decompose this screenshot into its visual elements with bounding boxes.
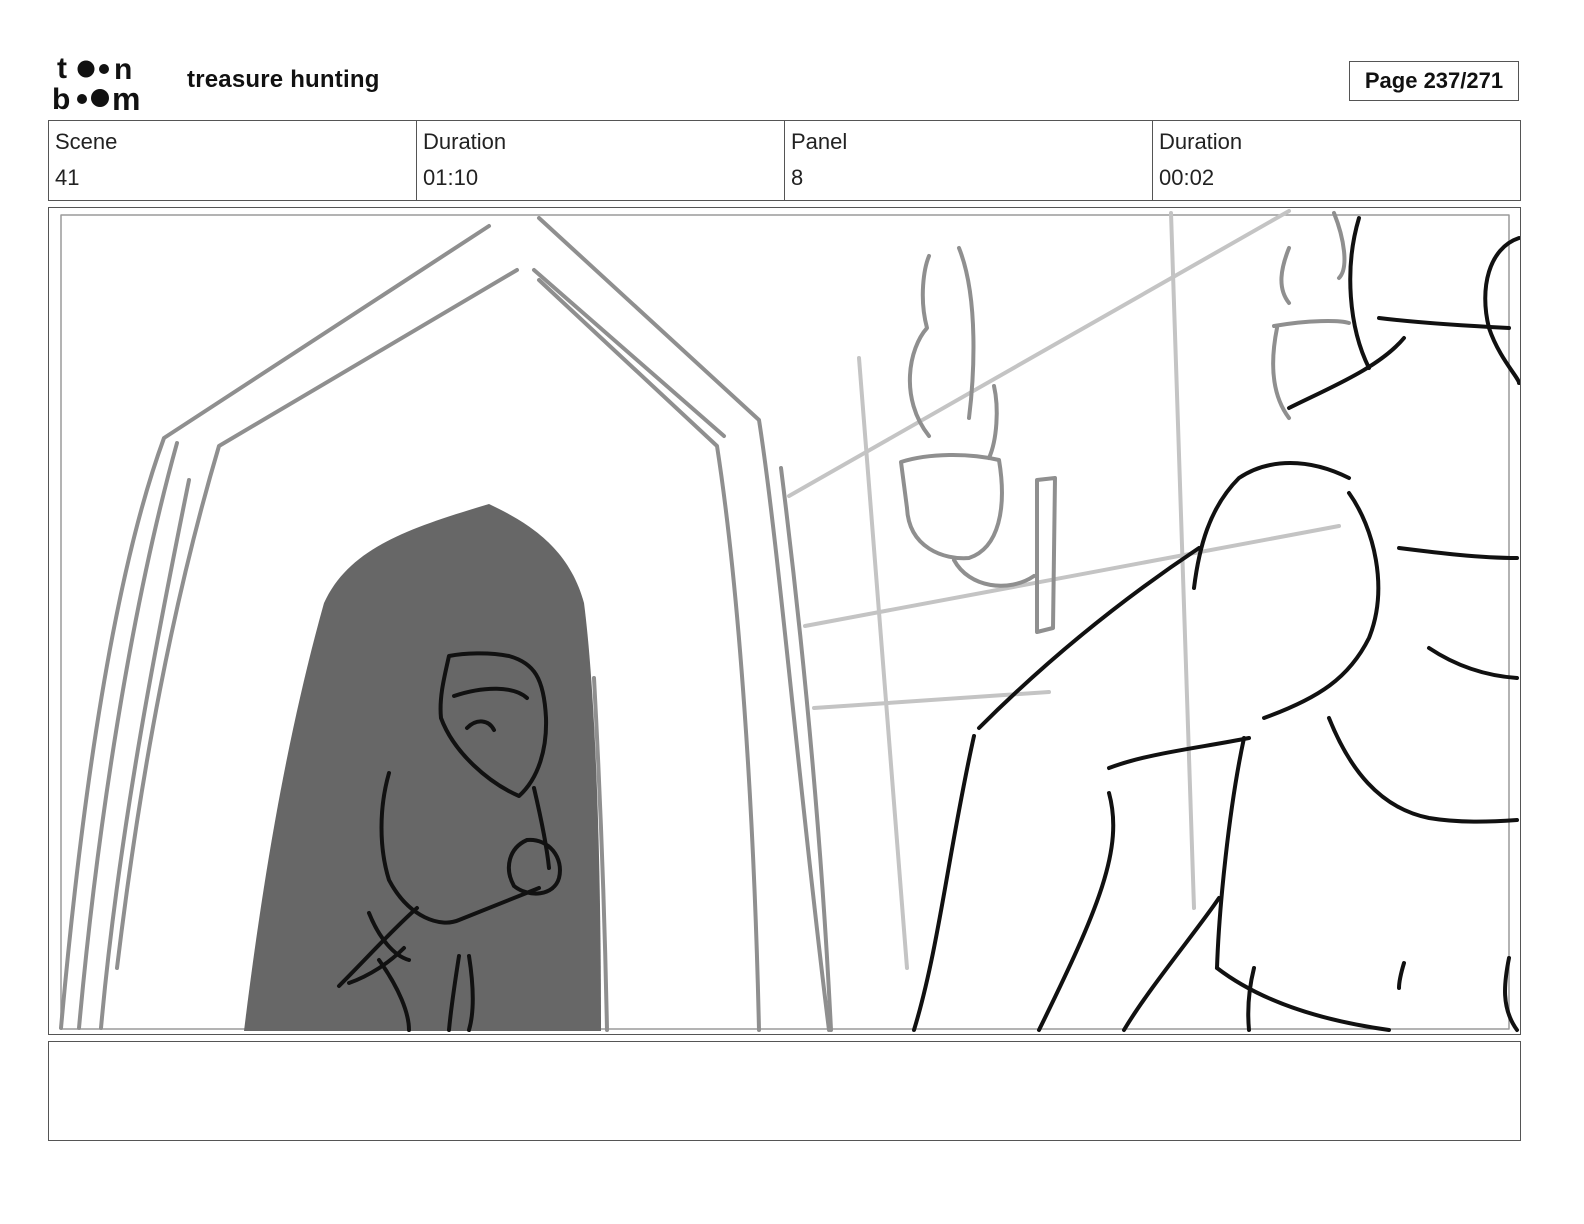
panel-label: Panel: [791, 129, 848, 154]
svg-text:t: t: [57, 52, 67, 85]
torch-sconce: [899, 211, 1351, 634]
panel-duration-cell: Duration 00:02: [1153, 121, 1520, 200]
panel-notes-box: [48, 1041, 1521, 1141]
scene-info-table: Scene 41 Duration 01:10 Panel 8 Duration…: [48, 120, 1521, 201]
panel-value: 8: [791, 165, 804, 190]
doorway-shadow: [244, 504, 601, 1031]
scene-duration-label: Duration: [423, 129, 507, 154]
storyboard-panel: [48, 207, 1521, 1035]
toon-boom-logo: t n b m: [52, 52, 140, 112]
panel-duration-label: Duration: [1159, 129, 1243, 154]
scene-value: 41: [55, 165, 80, 190]
wall-grid: [787, 209, 1341, 970]
foreground-character: [912, 216, 1520, 1032]
scene-duration-cell: Duration 01:10: [417, 121, 785, 200]
project-title: treasure hunting: [187, 66, 380, 93]
page-number: Page 237/271: [1349, 61, 1519, 101]
scene-duration-value: 01:10: [423, 165, 479, 190]
scene-cell: Scene 41: [49, 121, 417, 200]
svg-text:m: m: [112, 81, 140, 112]
svg-text:b: b: [52, 83, 70, 112]
panel-duration-value: 00:02: [1159, 165, 1215, 190]
panel-sketch: [59, 209, 1520, 1032]
panel-cell: Panel 8: [785, 121, 1153, 200]
scene-label: Scene: [55, 129, 118, 154]
